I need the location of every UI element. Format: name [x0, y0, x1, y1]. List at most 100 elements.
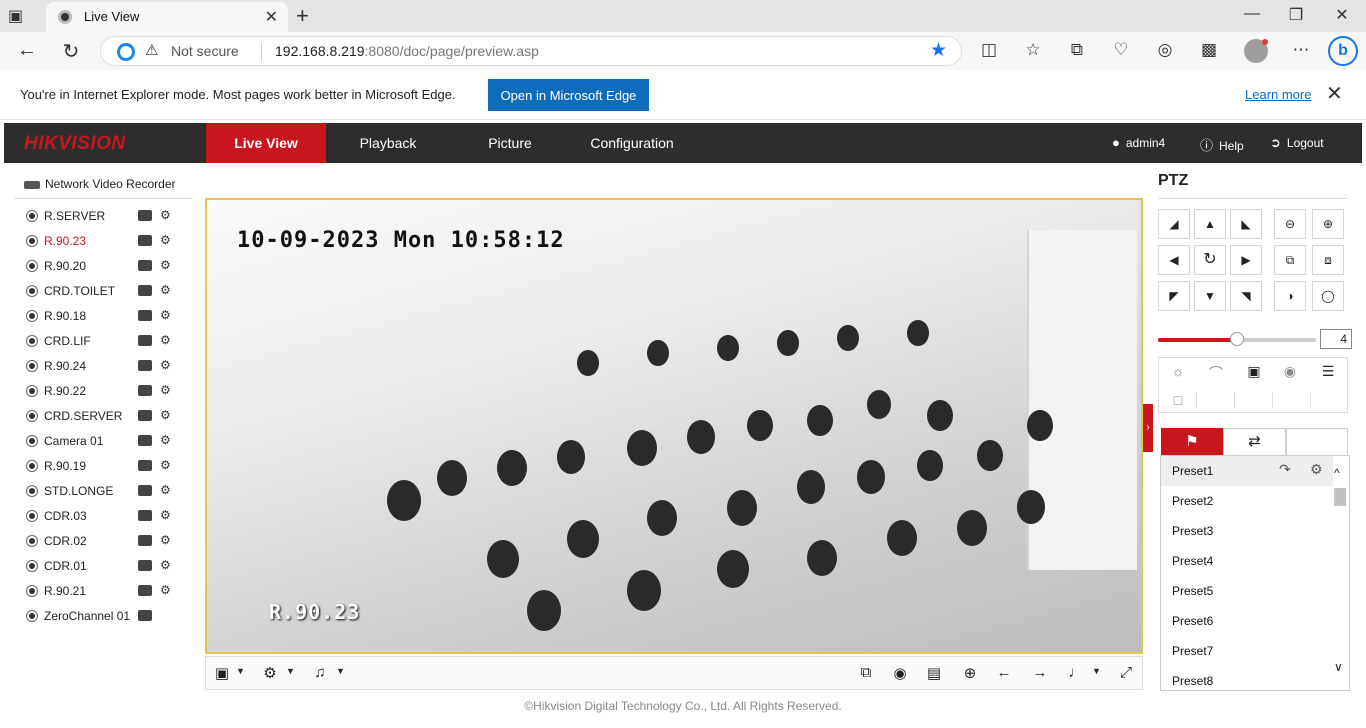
- fullscreen-icon[interactable]: ⤢: [1114, 664, 1138, 681]
- learn-more-link[interactable]: Learn more: [1245, 87, 1311, 102]
- set-preset-icon[interactable]: ⚙: [1310, 461, 1323, 478]
- menu-playback[interactable]: Playback: [328, 123, 448, 163]
- ptz-control-icon[interactable]: ⚙: [160, 558, 171, 572]
- capture-icon[interactable]: ◉: [888, 664, 912, 682]
- ptz-speed-value[interactable]: 4: [1320, 329, 1352, 349]
- url-text[interactable]: 192.168.8.219:8080/doc/page/preview.asp: [275, 43, 539, 59]
- ptz-control-icon[interactable]: ⚙: [160, 333, 171, 347]
- open-in-edge-button[interactable]: Open in Microsoft Edge: [488, 79, 649, 111]
- ptz-control-icon[interactable]: ⚙: [160, 383, 171, 397]
- preset-item[interactable]: Preset6: [1161, 606, 1333, 636]
- microphone-caret-icon[interactable]: ▼: [336, 666, 345, 676]
- browser-tab[interactable]: Live View ✕: [46, 2, 288, 32]
- ptz-more-icon[interactable]: ☰: [1310, 363, 1346, 380]
- camera-item[interactable]: Camera 01⚙: [24, 429, 184, 454]
- record-status-icon[interactable]: [138, 610, 152, 621]
- restore-icon[interactable]: ❐: [1276, 5, 1316, 25]
- lens-init-icon[interactable]: ◉: [1272, 363, 1308, 380]
- record-status-icon[interactable]: [138, 485, 152, 496]
- favorites-icon[interactable]: ☆: [1020, 40, 1046, 60]
- camera-item[interactable]: CRD.TOILET⚙: [24, 279, 184, 304]
- ptz-control-icon[interactable]: ⚙: [160, 458, 171, 472]
- iris-open-button[interactable]: ◑: [1274, 281, 1306, 311]
- tab-presets[interactable]: ⚑: [1161, 428, 1223, 456]
- camera-item[interactable]: R.90.20⚙: [24, 254, 184, 279]
- camera-item[interactable]: R.90.24⚙: [24, 354, 184, 379]
- split-screen-icon[interactable]: ◫: [976, 40, 1002, 60]
- ptz-control-icon[interactable]: ⚙: [160, 258, 171, 272]
- ptz-up-right-button[interactable]: ◣: [1230, 209, 1262, 239]
- record-status-icon[interactable]: [138, 510, 152, 521]
- collections-icon[interactable]: ⧉: [1064, 40, 1090, 60]
- tab-actions-icon[interactable]: ▣: [8, 6, 38, 26]
- previous-page-icon[interactable]: ←: [992, 664, 1016, 681]
- camera-item[interactable]: CDR.02⚙: [24, 529, 184, 554]
- microphone-icon[interactable]: ♫: [308, 664, 332, 681]
- light-icon[interactable]: ☼: [1160, 363, 1196, 379]
- wiper-icon[interactable]: ⌒: [1198, 363, 1234, 383]
- ptz-up-left-button[interactable]: ◢: [1158, 209, 1190, 239]
- stop-all-icon[interactable]: ⧉: [854, 664, 878, 681]
- camera-item[interactable]: R.90.19⚙: [24, 454, 184, 479]
- camera-item[interactable]: STD.LONGE⚙: [24, 479, 184, 504]
- back-icon[interactable]: ←: [12, 39, 42, 62]
- ptz-right-button[interactable]: ▶: [1230, 245, 1262, 275]
- ptz-speed-slider-handle[interactable]: [1230, 332, 1244, 346]
- menu-live-view[interactable]: Live View: [206, 123, 326, 163]
- record-status-icon[interactable]: [138, 585, 152, 596]
- bing-copilot-icon[interactable]: b: [1328, 36, 1358, 66]
- ptz-up-button[interactable]: ▲: [1194, 209, 1226, 239]
- ptz-control-icon[interactable]: ⚙: [160, 283, 171, 297]
- record-status-icon[interactable]: [138, 385, 152, 396]
- menu-picture[interactable]: Picture: [450, 123, 570, 163]
- tab-patrol[interactable]: ⇄: [1223, 428, 1286, 456]
- auxiliary-focus-icon[interactable]: ▣: [1236, 363, 1272, 380]
- ptz-left-button[interactable]: ◀: [1158, 245, 1190, 275]
- preset-item[interactable]: Preset3: [1161, 516, 1333, 546]
- help-link[interactable]: ⓘHelp: [1200, 135, 1244, 154]
- stream-type-caret-icon[interactable]: ▼: [286, 666, 295, 676]
- ptz-control-icon[interactable]: ⚙: [160, 358, 171, 372]
- ptz-down-right-button[interactable]: ◥: [1230, 281, 1262, 311]
- audio-off-icon[interactable]: ♩: [1064, 664, 1088, 681]
- preset-item[interactable]: Preset8: [1161, 666, 1333, 691]
- focus-far-button[interactable]: ⧈: [1312, 245, 1344, 275]
- scroll-up-icon[interactable]: ^: [1334, 466, 1340, 480]
- scroll-thumb[interactable]: [1334, 488, 1346, 506]
- next-page-icon[interactable]: →: [1028, 664, 1052, 681]
- record-status-icon[interactable]: [138, 285, 152, 296]
- record-status-icon[interactable]: [138, 335, 152, 346]
- call-preset-icon[interactable]: ↷: [1279, 461, 1291, 478]
- camera-item[interactable]: R.90.23⚙: [24, 229, 184, 254]
- camera-item[interactable]: CRD.SERVER⚙: [24, 404, 184, 429]
- more-icon[interactable]: ⋯: [1288, 40, 1314, 60]
- url-field[interactable]: ⚠ Not secure 192.168.8.219:8080/doc/page…: [100, 36, 962, 66]
- browser-essentials-icon[interactable]: ♡: [1108, 40, 1134, 60]
- ptz-down-button[interactable]: ▼: [1194, 281, 1226, 311]
- record-status-icon[interactable]: [138, 235, 152, 246]
- iris-close-button[interactable]: ◯: [1312, 281, 1344, 311]
- extensions-icon[interactable]: ▩: [1196, 40, 1222, 60]
- record-status-icon[interactable]: [138, 360, 152, 371]
- preset-item[interactable]: Preset2: [1161, 486, 1333, 516]
- ptz-control-icon[interactable]: ⚙: [160, 308, 171, 322]
- camera-item[interactable]: R.SERVER⚙: [24, 204, 184, 229]
- record-status-icon[interactable]: [138, 560, 152, 571]
- camera-item[interactable]: ZeroChannel 01: [24, 604, 184, 629]
- user-menu[interactable]: ●admin4: [1112, 135, 1165, 150]
- record-icon[interactable]: ▤: [922, 664, 946, 682]
- new-tab-icon[interactable]: +: [296, 3, 309, 29]
- camera-item[interactable]: CDR.03⚙: [24, 504, 184, 529]
- ie-mode-icon[interactable]: [117, 43, 135, 61]
- refresh-icon[interactable]: ↻: [56, 39, 86, 64]
- logout-link[interactable]: ➲Logout: [1270, 135, 1324, 151]
- ptz-control-icon[interactable]: ⚙: [160, 233, 171, 247]
- device-tree-root[interactable]: Network Video Recorder: [24, 177, 176, 191]
- stream-type-icon[interactable]: ⚙: [258, 664, 282, 682]
- ptz-control-icon[interactable]: ⚙: [160, 408, 171, 422]
- menu-configuration[interactable]: Configuration: [572, 123, 692, 163]
- live-video-view[interactable]: 10-09-2023 Mon 10:58:12 R.90.23: [205, 198, 1143, 654]
- camera-item[interactable]: CDR.01⚙: [24, 554, 184, 579]
- preset-item[interactable]: Preset1↷⚙: [1161, 456, 1333, 486]
- camera-item[interactable]: R.90.22⚙: [24, 379, 184, 404]
